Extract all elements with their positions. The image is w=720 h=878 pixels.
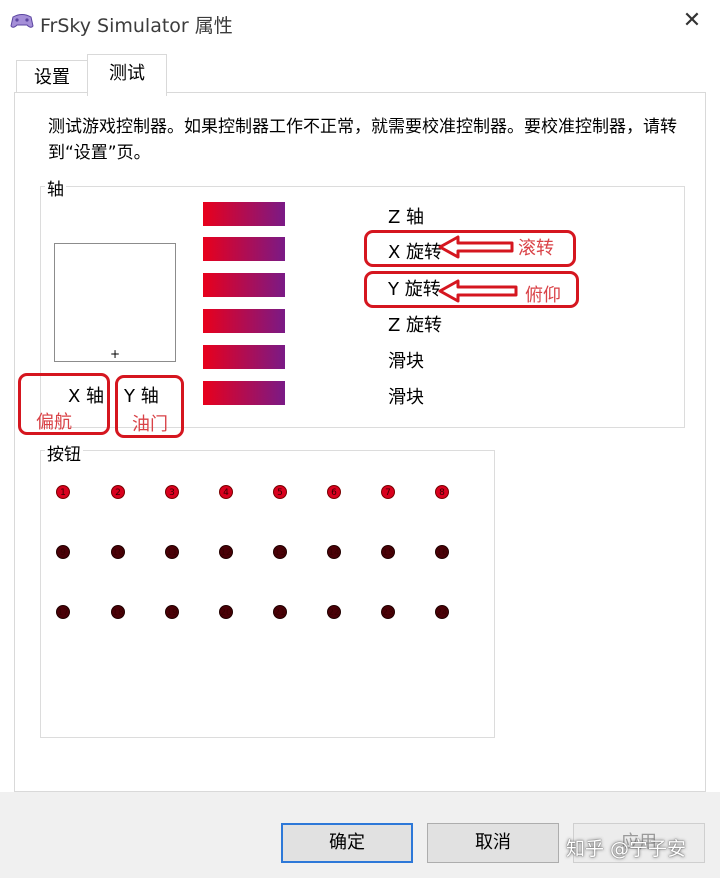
slider-2-label: 滑块	[388, 387, 424, 408]
button-indicator: 20	[219, 605, 233, 619]
button-indicator: 1	[56, 485, 70, 499]
y-rotation-bar	[203, 273, 285, 297]
tab-settings[interactable]: 设置	[16, 60, 88, 94]
xy-axis-display	[54, 243, 176, 362]
button-indicator: 7	[381, 485, 395, 499]
button-indicator: 11	[165, 545, 179, 559]
title-bar: FrSky Simulator 属性 ✕	[0, 0, 720, 46]
cancel-button[interactable]: 取消	[427, 823, 559, 863]
gamepad-icon	[10, 14, 34, 28]
button-indicator: 12	[219, 545, 233, 559]
button-indicator: 16	[435, 545, 449, 559]
button-indicator: 18	[111, 605, 125, 619]
button-indicator: 6	[327, 485, 341, 499]
button-indicator: 22	[327, 605, 341, 619]
z-axis-bar	[203, 202, 285, 226]
z-rotation-label: Z 旋转	[388, 315, 443, 336]
button-indicator: 17	[56, 605, 70, 619]
button-indicator: 8	[435, 485, 449, 499]
axes-group-label: 轴	[45, 175, 66, 200]
button-indicator: 10	[111, 545, 125, 559]
button-indicator: 19	[165, 605, 179, 619]
tab-test[interactable]: 测试	[87, 54, 167, 96]
window-title: FrSky Simulator 属性	[40, 15, 233, 37]
button-indicator: 15	[381, 545, 395, 559]
button-indicator: 3	[165, 485, 179, 499]
close-icon[interactable]: ✕	[680, 9, 704, 33]
z-axis-label: Z 轴	[388, 207, 425, 228]
slider-1-bar	[203, 345, 285, 369]
annotation-throttle: 油门	[132, 414, 168, 435]
arrow-icon	[438, 279, 518, 303]
button-indicator: 23	[381, 605, 395, 619]
test-description: 测试游戏控制器。如果控制器工作不正常，就需要校准控制器。要校准控制器，请转到“设…	[48, 117, 677, 163]
arrow-icon	[438, 235, 514, 259]
annotation-yaw: 偏航	[36, 412, 72, 433]
annotation-pitch: 俯仰	[525, 285, 561, 306]
button-indicator: 21	[273, 605, 287, 619]
tab-strip: 设置 测试	[0, 46, 720, 96]
button-indicator: 4	[219, 485, 233, 499]
watermark: 知乎 @宁子安	[566, 838, 687, 860]
buttons-group-label: 按钮	[45, 440, 83, 465]
slider-2-bar	[203, 381, 285, 405]
slider-1-label: 滑块	[388, 351, 424, 372]
button-indicator: 13	[273, 545, 287, 559]
z-rotation-bar	[203, 309, 285, 333]
x-rotation-bar	[203, 237, 285, 261]
ok-button[interactable]: 确定	[281, 823, 413, 863]
crosshair: +	[110, 347, 121, 361]
button-indicator: 9	[56, 545, 70, 559]
buttons-group	[40, 450, 495, 738]
button-indicator: 2	[111, 485, 125, 499]
button-indicator: 24	[435, 605, 449, 619]
button-indicator: 5	[273, 485, 287, 499]
button-indicator: 14	[327, 545, 341, 559]
annotation-roll: 滚转	[518, 238, 554, 259]
